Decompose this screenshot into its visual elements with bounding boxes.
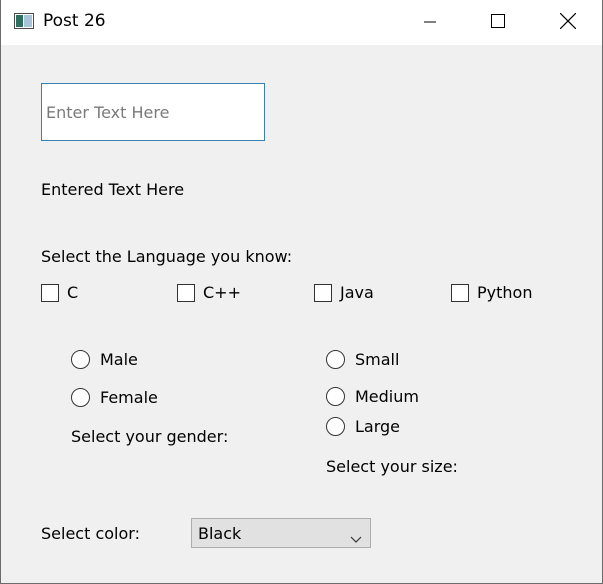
checkbox-python[interactable]: Python: [451, 283, 532, 302]
checkbox-c[interactable]: C: [41, 283, 78, 302]
size-prompt: Select your size:: [326, 457, 458, 476]
checkbox-label: Python: [477, 283, 533, 302]
color-prompt: Select color:: [41, 524, 140, 543]
radio-small[interactable]: Small: [326, 350, 399, 369]
checkbox-box[interactable]: [177, 283, 195, 302]
radio-medium[interactable]: Medium: [326, 387, 419, 406]
maximize-button[interactable]: [475, 0, 521, 45]
radio-label: Small: [355, 350, 400, 369]
minimize-button[interactable]: [407, 0, 453, 45]
color-dropdown[interactable]: Black: [191, 518, 371, 548]
color-selected-value: Black: [198, 523, 242, 543]
radio-button[interactable]: [326, 417, 345, 436]
entered-text-label: Entered Text Here: [41, 180, 185, 199]
radio-male[interactable]: Male: [71, 350, 138, 369]
checkbox-java[interactable]: Java: [314, 283, 374, 302]
radio-female[interactable]: Female: [71, 388, 158, 407]
chevron-down-icon: [350, 529, 362, 548]
radio-label: Medium: [355, 387, 419, 406]
radio-button[interactable]: [326, 387, 345, 406]
radio-large[interactable]: Large: [326, 417, 400, 436]
radio-label: Large: [355, 417, 401, 436]
maximize-icon: [491, 13, 505, 32]
radio-button[interactable]: [326, 350, 345, 369]
app-icon: [14, 13, 34, 29]
radio-button[interactable]: [71, 350, 90, 369]
radio-button[interactable]: [71, 388, 90, 407]
radio-label: Male: [100, 350, 138, 369]
close-icon: [559, 12, 577, 33]
checkbox-box[interactable]: [314, 283, 332, 302]
checkbox-box[interactable]: [41, 283, 59, 302]
language-prompt: Select the Language you know:: [41, 247, 293, 266]
checkbox-label: Java: [340, 283, 374, 302]
minimize-icon: [424, 13, 436, 32]
checkbox-cpp[interactable]: C++: [177, 283, 241, 302]
text-entry-field[interactable]: [41, 83, 265, 141]
checkbox-label: C: [67, 283, 79, 302]
window-title: Post 26: [43, 11, 106, 31]
gender-prompt: Select your gender:: [71, 427, 229, 446]
radio-label: Female: [100, 388, 158, 407]
close-button[interactable]: [545, 0, 591, 45]
title-bar[interactable]: Post 26: [1, 0, 602, 45]
checkbox-label: C++: [203, 283, 241, 302]
checkbox-box[interactable]: [451, 283, 469, 302]
app-window: Post 26 Entered Text Here Select the Lan…: [0, 0, 603, 584]
